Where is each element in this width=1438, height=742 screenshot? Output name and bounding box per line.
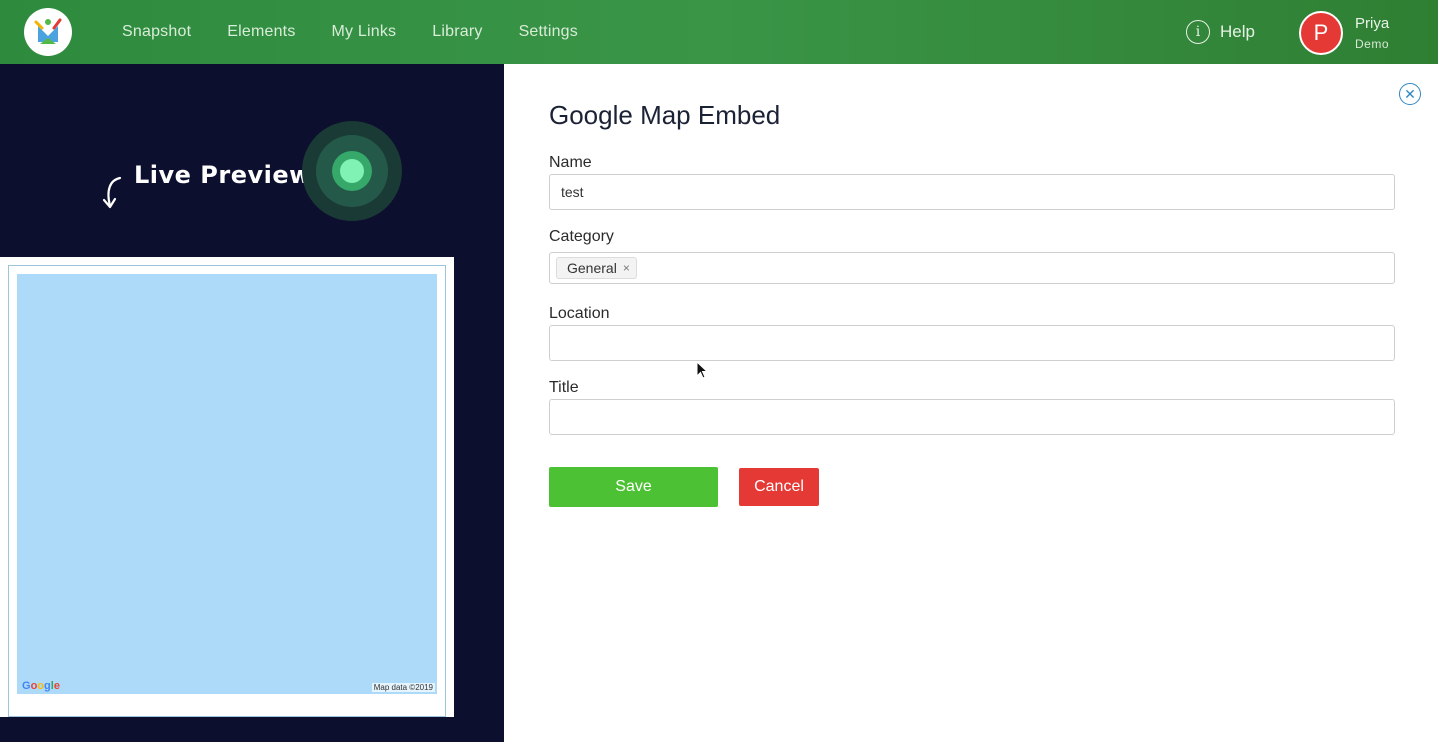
save-button[interactable]: Save <box>549 467 718 507</box>
top-navigation-bar: Snapshot Elements My Links Library Setti… <box>0 0 1438 64</box>
app-logo[interactable] <box>24 8 72 56</box>
live-preview-pane: Live Preview Google Map data ©2019 <box>0 64 504 742</box>
title-input[interactable] <box>549 399 1395 435</box>
close-icon[interactable]: ✕ <box>1399 83 1421 105</box>
logo-icon <box>34 18 62 44</box>
category-label: Category <box>549 228 614 245</box>
user-role: Demo <box>1355 37 1390 51</box>
nav-snapshot[interactable]: Snapshot <box>122 23 191 41</box>
category-tag-label: General <box>567 260 617 276</box>
nav-library[interactable]: Library <box>432 23 482 41</box>
info-icon: i <box>1186 20 1210 44</box>
google-logo: Google <box>22 680 60 692</box>
remove-tag-icon[interactable]: × <box>623 261 630 275</box>
map-attribution: Map data ©2019 <box>371 683 435 692</box>
nav-my-links[interactable]: My Links <box>332 23 397 41</box>
nav-settings[interactable]: Settings <box>519 23 578 41</box>
name-label: Name <box>549 154 592 171</box>
help-label: Help <box>1220 22 1255 41</box>
location-input[interactable] <box>549 325 1395 361</box>
avatar[interactable]: P <box>1299 11 1343 55</box>
category-select[interactable]: General × <box>549 252 1395 284</box>
title-label: Title <box>549 379 579 396</box>
nav-elements[interactable]: Elements <box>227 23 295 41</box>
preview-frame: Google Map data ©2019 <box>0 257 454 717</box>
name-input[interactable] <box>549 174 1395 210</box>
main-nav: Snapshot Elements My Links Library Setti… <box>122 0 614 64</box>
mouse-pointer-icon <box>696 361 708 379</box>
form-title: Google Map Embed <box>549 100 781 130</box>
user-name: Priya <box>1355 15 1390 32</box>
location-label: Location <box>549 305 610 322</box>
google-map[interactable]: Google Map data ©2019 <box>17 274 437 694</box>
category-tag: General × <box>556 257 637 279</box>
curved-arrow-icon <box>102 176 122 209</box>
live-preview-heading: Live Preview <box>134 161 312 189</box>
cancel-button[interactable]: Cancel <box>739 468 819 506</box>
help-link[interactable]: i Help <box>1186 20 1255 44</box>
live-indicator-icon <box>302 121 402 221</box>
